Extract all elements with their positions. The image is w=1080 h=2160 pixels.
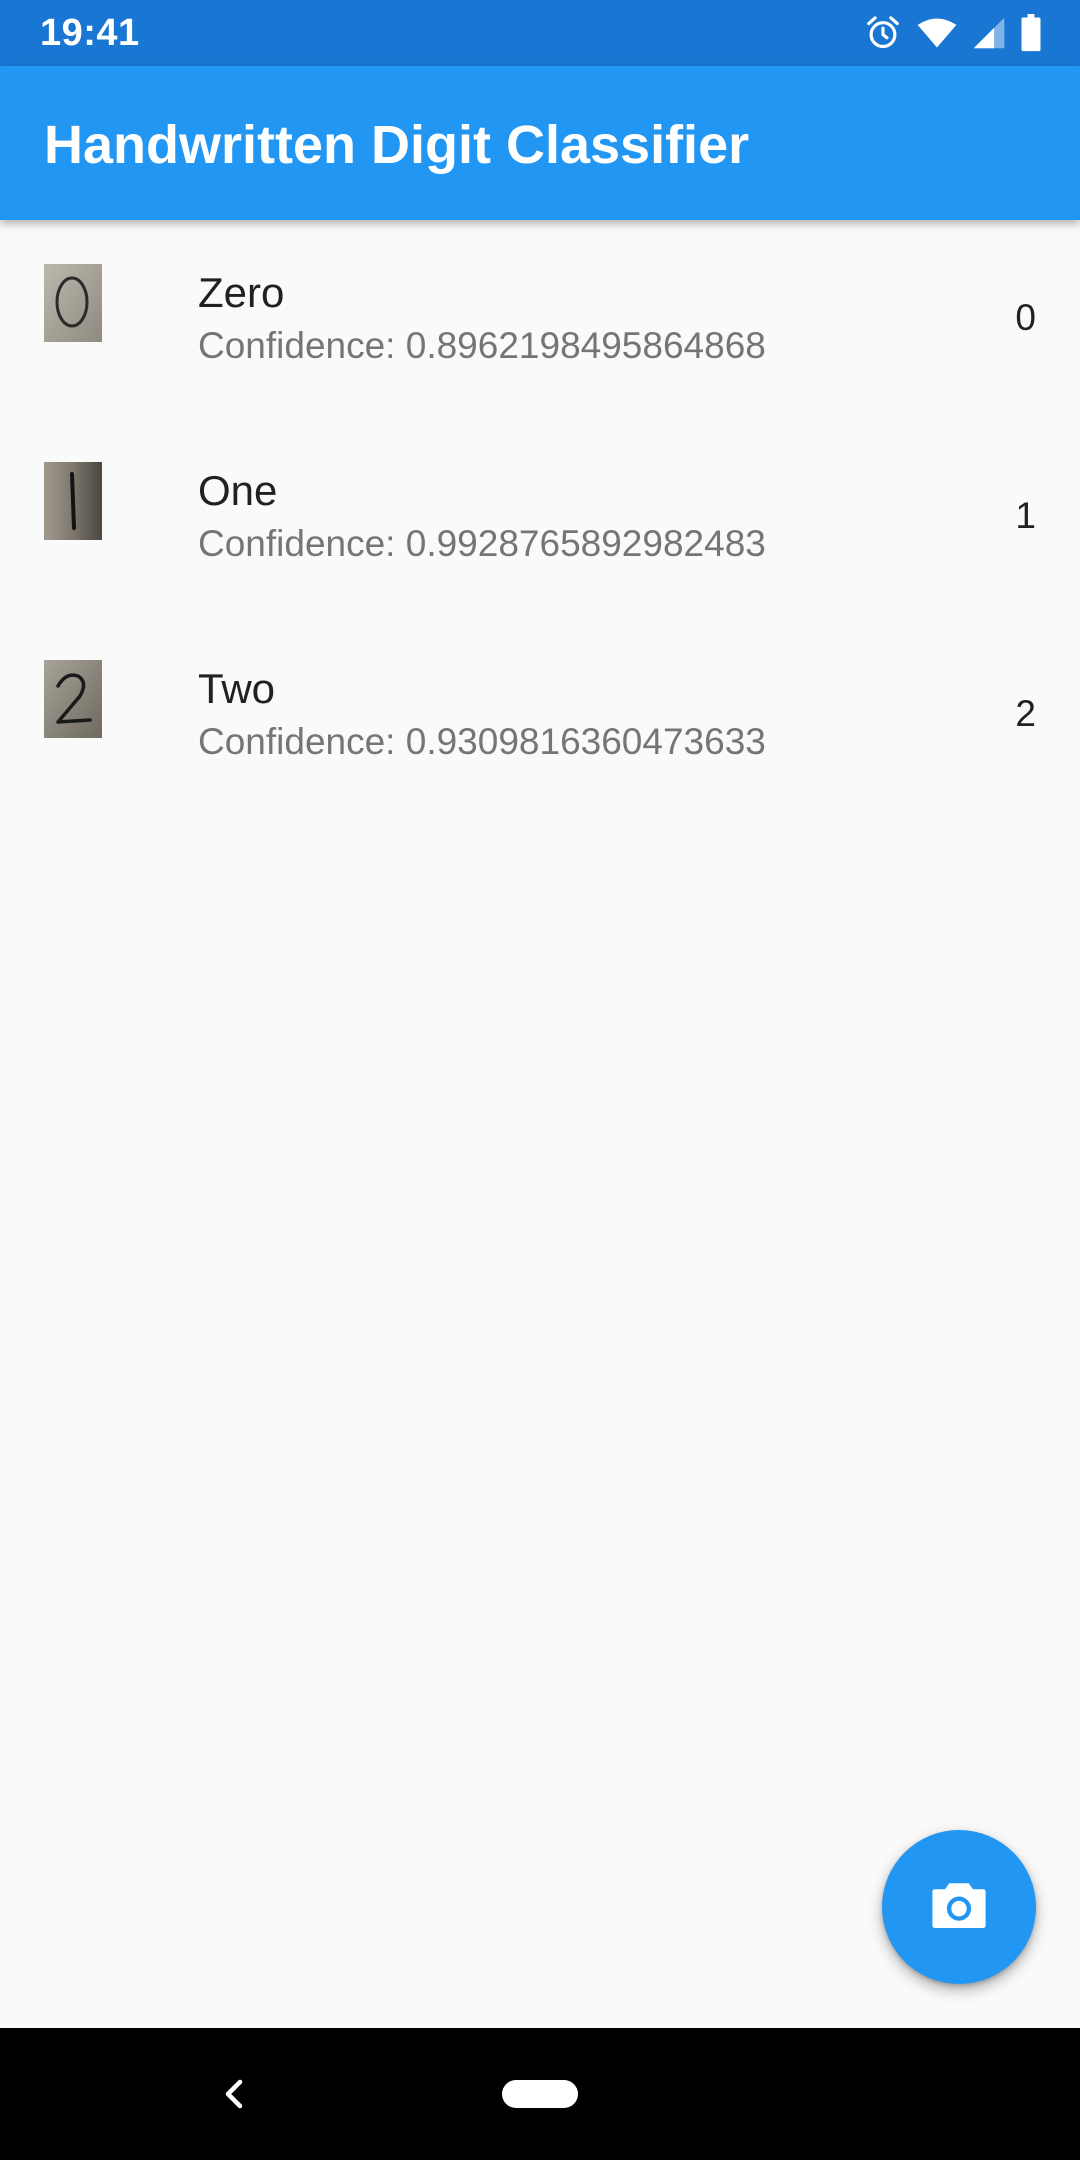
back-icon[interactable] [212,2072,256,2116]
handwritten-one-image [44,462,102,540]
cell-signal-icon [972,16,1006,50]
navigation-bar [0,2028,1080,2160]
battery-icon [1020,14,1042,52]
status-time: 19:41 [40,12,140,54]
status-icons [864,14,1042,52]
item-trailing-label: 0 [1015,297,1036,338]
handwritten-two-image [44,660,102,738]
list-item[interactable]: Two Confidence: 0.9309816360473633 2 [0,616,1080,814]
item-subtitle: Confidence: 0.9928765892982483 [198,523,766,564]
item-subtitle: Confidence: 0.8962198495864868 [198,325,766,366]
home-pill-icon[interactable] [502,2080,578,2108]
classification-list: Zero Confidence: 0.8962198495864868 0 On… [0,220,1080,814]
status-bar: 19:41 [0,0,1080,66]
list-item[interactable]: One Confidence: 0.9928765892982483 1 [0,418,1080,616]
wifi-icon [916,16,958,50]
camera-fab-button[interactable] [882,1830,1036,1984]
item-trailing-label: 1 [1015,495,1036,536]
camera-icon [930,1879,988,1936]
app-title: Handwritten Digit Classifier [44,115,750,175]
app-bar: Handwritten Digit Classifier [0,66,1080,220]
item-trailing-label: 2 [1015,693,1036,734]
handwritten-zero-image [44,264,102,342]
item-title: Zero [198,269,285,316]
item-title: Two [198,665,276,712]
screen: 19:41 Handwritten Digit Classifier Zero … [0,0,1080,2160]
list-item[interactable]: Zero Confidence: 0.8962198495864868 0 [0,220,1080,418]
item-title: One [198,467,278,514]
item-subtitle: Confidence: 0.9309816360473633 [198,721,766,762]
alarm-icon [864,14,902,52]
